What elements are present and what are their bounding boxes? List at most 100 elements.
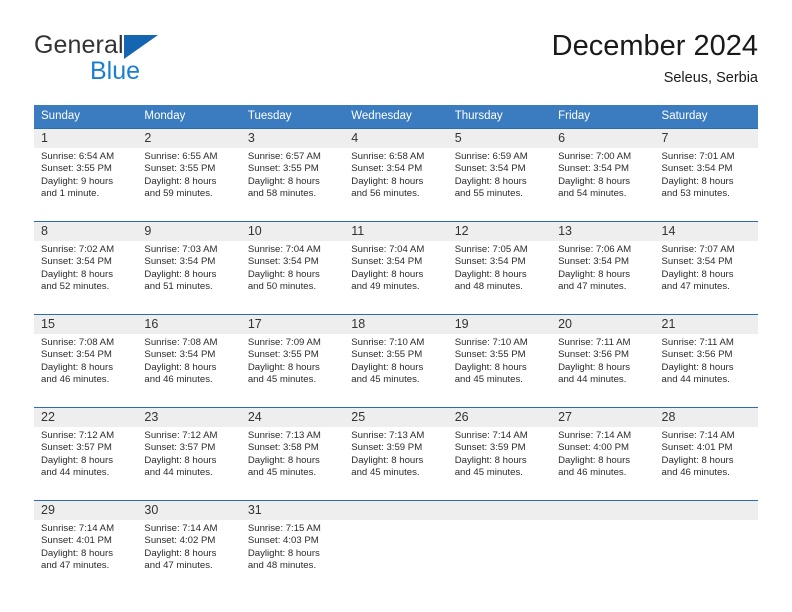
calendar-day-cell[interactable]: 9 Sunrise: 7:03 AM Sunset: 3:54 PM Daylight… [137,221,241,306]
calendar-week-row: 15 Sunrise: 7:08 AM Sunset: 3:54 PM Dayligh… [34,314,758,399]
calendar-day-cell[interactable]: 15 Sunrise: 7:08 AM Sunset: 3:54 PM Dayligh… [34,314,138,399]
day-number: 23 [137,408,241,427]
day-cell-content: 5 Sunrise: 6:59 AM Sunset: 3:54 PM Daylight… [447,129,552,213]
day-cell-content: 21 Sunrise: 7:11 AM Sunset: 3:56 PM Dayligh… [654,315,758,399]
calendar-day-cell[interactable]: 18 Sunrise: 7:10 AM Sunset: 3:55 PM Dayligh… [344,314,448,399]
sunrise-text: Sunrise: 7:08 AM [41,337,115,348]
day-sun-info: Sunrise: 7:01 AM Sunset: 3:54 PM Daylight:… [655,148,758,200]
calendar-day-cell[interactable]: 3 Sunrise: 6:57 AM Sunset: 3:55 PM Daylight… [240,128,345,213]
day-cell-content: 14 Sunrise: 7:07 AM Sunset: 3:54 PM Dayligh… [654,222,758,306]
calendar-day-cell[interactable]: 27 Sunrise: 7:14 AM Sunset: 4:00 PM Dayligh… [551,407,655,492]
calendar-day-cell[interactable]: 4 Sunrise: 6:58 AM Sunset: 3:54 PM Daylight… [344,128,448,213]
day-number: 6 [551,129,655,148]
calendar-day-cell[interactable]: 14 Sunrise: 7:07 AM Sunset: 3:54 PM Dayligh… [654,221,758,306]
day-cell-content: 29 Sunrise: 7:14 AM Sunset: 4:01 PM Dayligh… [34,501,138,585]
brand-logo[interactable]: General Blue [34,32,254,92]
sunrise-text: Sunrise: 7:11 AM [558,337,631,348]
day-cell-content: 27 Sunrise: 7:14 AM Sunset: 4:00 PM Dayligh… [551,408,655,492]
daylight-text-line1: Daylight: 8 hours [41,547,113,559]
calendar-day-cell[interactable]: 11 Sunrise: 7:04 AM Sunset: 3:54 PM Dayligh… [344,221,448,306]
day-cell-content: 1 Sunrise: 6:54 AM Sunset: 3:55 PM Daylight… [34,129,138,213]
daylight-text-line1: Daylight: 8 hours [558,268,631,280]
daylight-text-line2: and 55 minutes. [454,187,523,199]
sunrise-text: Sunrise: 6:58 AM [351,151,425,162]
calendar-day-cell[interactable]: 21 Sunrise: 7:11 AM Sunset: 3:56 PM Dayligh… [654,314,758,399]
daylight-text-line2: and 47 minutes. [41,559,110,571]
daylight-text-line2: and 45 minutes. [454,373,523,385]
day-number: 22 [34,408,138,427]
calendar-day-cell[interactable]: 19 Sunrise: 7:10 AM Sunset: 3:55 PM Dayligh… [447,314,552,399]
day-number: 26 [447,408,552,427]
calendar-day-cell[interactable] [551,500,655,585]
calendar-day-cell[interactable]: 30 Sunrise: 7:14 AM Sunset: 4:02 PM Dayligh… [137,500,241,585]
sunset-text: Sunset: 3:54 PM [661,163,733,175]
day-number [551,501,655,520]
day-sun-info: Sunrise: 7:14 AM Sunset: 4:02 PM Daylight:… [137,520,240,572]
calendar-day-cell[interactable]: 29 Sunrise: 7:14 AM Sunset: 4:01 PM Dayligh… [34,500,138,585]
calendar-day-cell[interactable] [344,500,448,585]
day-sun-info: Sunrise: 7:08 AM Sunset: 3:54 PM Daylight:… [137,334,240,386]
day-cell-content: 6 Sunrise: 7:00 AM Sunset: 3:54 PM Daylight… [551,129,655,213]
day-number: 9 [137,222,241,241]
daylight-text-line2: and 59 minutes. [144,187,213,199]
daylight-text-line1: Daylight: 8 hours [247,268,320,280]
week-row-spacer-cell [447,306,552,315]
calendar-day-cell[interactable]: 2 Sunrise: 6:55 AM Sunset: 3:55 PM Daylight… [137,128,241,213]
day-cell-content: 4 Sunrise: 6:58 AM Sunset: 3:54 PM Daylight… [344,129,448,213]
day-cell-content: 13 Sunrise: 7:06 AM Sunset: 3:54 PM Dayligh… [551,222,655,306]
day-sun-info: Sunrise: 7:14 AM Sunset: 4:01 PM Daylight:… [34,520,137,572]
sunrise-text: Sunrise: 7:14 AM [661,430,735,441]
calendar-day-cell[interactable]: 10 Sunrise: 7:04 AM Sunset: 3:54 PM Dayligh… [240,221,345,306]
sunset-text: Sunset: 3:54 PM [454,163,526,175]
daylight-text-line1: Daylight: 8 hours [144,175,217,187]
calendar-day-cell[interactable]: 24 Sunrise: 7:13 AM Sunset: 3:58 PM Dayligh… [240,407,345,492]
daylight-text-line1: Daylight: 8 hours [247,454,320,466]
day-sun-info: Sunrise: 7:07 AM Sunset: 3:54 PM Daylight:… [655,241,758,293]
day-sun-info: Sunrise: 7:04 AM Sunset: 3:54 PM Daylight:… [241,241,344,293]
day-number: 12 [447,222,552,241]
sunset-text: Sunset: 3:54 PM [351,163,423,175]
week-row-spacer-cell [551,213,655,222]
daylight-text-line2: and 47 minutes. [144,559,213,571]
sunset-text: Sunset: 3:54 PM [661,256,733,268]
calendar-day-cell[interactable]: 25 Sunrise: 7:13 AM Sunset: 3:59 PM Dayligh… [344,407,448,492]
daylight-text-line2: and 47 minutes. [661,280,730,292]
calendar-day-cell[interactable]: 26 Sunrise: 7:14 AM Sunset: 3:59 PM Dayligh… [447,407,552,492]
week-row-spacer-cell [137,492,241,501]
sunrise-text: Sunrise: 7:12 AM [41,430,115,441]
day-number: 8 [34,222,138,241]
calendar-day-cell[interactable]: 31 Sunrise: 7:15 AM Sunset: 4:03 PM Dayligh… [240,500,345,585]
daylight-text-line1: Daylight: 8 hours [351,454,424,466]
daylight-text-line2: and 45 minutes. [351,466,420,478]
calendar-day-cell[interactable] [447,500,552,585]
calendar-day-cell[interactable]: 7 Sunrise: 7:01 AM Sunset: 3:54 PM Daylight… [654,128,758,213]
day-cell-content: 20 Sunrise: 7:11 AM Sunset: 3:56 PM Dayligh… [551,315,655,399]
calendar-day-cell[interactable]: 20 Sunrise: 7:11 AM Sunset: 3:56 PM Dayligh… [551,314,655,399]
daylight-text-line1: Daylight: 8 hours [247,175,320,187]
day-cell-content [654,501,758,585]
calendar-day-cell[interactable]: 6 Sunrise: 7:00 AM Sunset: 3:54 PM Daylight… [551,128,655,213]
brand-name-general: General [34,31,124,59]
day-sun-info: Sunrise: 7:03 AM Sunset: 3:54 PM Daylight:… [137,241,240,293]
calendar-day-cell[interactable]: 5 Sunrise: 6:59 AM Sunset: 3:54 PM Daylight… [447,128,552,213]
calendar-day-cell[interactable]: 13 Sunrise: 7:06 AM Sunset: 3:54 PM Dayligh… [551,221,655,306]
sunset-text: Sunset: 3:55 PM [144,163,216,175]
calendar-day-cell[interactable]: 16 Sunrise: 7:08 AM Sunset: 3:54 PM Dayligh… [137,314,241,399]
calendar-day-cell[interactable] [654,500,758,585]
day-number: 11 [344,222,448,241]
calendar-day-cell[interactable]: 8 Sunrise: 7:02 AM Sunset: 3:54 PM Daylight… [34,221,138,306]
sunset-text: Sunset: 3:55 PM [247,163,319,175]
day-number: 21 [654,315,758,334]
calendar-day-cell[interactable]: 12 Sunrise: 7:05 AM Sunset: 3:54 PM Dayligh… [447,221,552,306]
day-cell-content: 31 Sunrise: 7:15 AM Sunset: 4:03 PM Dayligh… [240,501,345,585]
calendar-day-cell[interactable]: 1 Sunrise: 6:54 AM Sunset: 3:55 PM Daylight… [34,128,138,213]
week-row-spacer-cell [447,492,552,501]
sunset-text: Sunset: 3:56 PM [661,349,733,361]
calendar-day-cell[interactable]: 23 Sunrise: 7:12 AM Sunset: 3:57 PM Dayligh… [137,407,241,492]
calendar-day-cell[interactable]: 17 Sunrise: 7:09 AM Sunset: 3:55 PM Dayligh… [240,314,345,399]
sunset-text: Sunset: 3:58 PM [247,442,319,454]
daylight-text-line1: Daylight: 8 hours [454,175,527,187]
page-title: December 2024 [551,30,758,62]
calendar-day-cell[interactable]: 22 Sunrise: 7:12 AM Sunset: 3:57 PM Dayligh… [34,407,138,492]
calendar-day-cell[interactable]: 28 Sunrise: 7:14 AM Sunset: 4:01 PM Dayligh… [654,407,758,492]
